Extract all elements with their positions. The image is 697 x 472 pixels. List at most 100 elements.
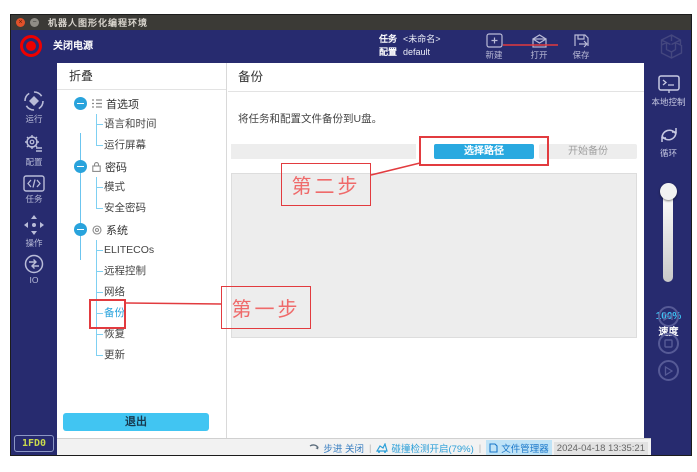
loop-icon bbox=[658, 125, 680, 145]
save-label: 保存 bbox=[559, 49, 603, 61]
code-icon bbox=[23, 175, 45, 192]
tree-item-run-screen[interactable]: 运行屏幕 bbox=[57, 135, 226, 156]
stop-icon bbox=[664, 339, 673, 348]
tree-item-network[interactable]: 网络 bbox=[57, 282, 226, 303]
open-label: 打开 bbox=[517, 49, 561, 61]
window-title: 机器人图形化编程环境 bbox=[48, 16, 148, 29]
sidebar-operate-label: 操作 bbox=[11, 237, 57, 249]
sidebar-item-operate[interactable]: 操作 bbox=[11, 214, 57, 249]
timestamp: 2024-04-18 13:35:21 bbox=[554, 442, 648, 455]
task-config-block: 任务<未命名> 配置default bbox=[379, 33, 441, 59]
gear-icon bbox=[23, 133, 45, 155]
start-backup-button[interactable]: 开始备份 bbox=[539, 144, 637, 159]
exit-button[interactable]: 退出 bbox=[63, 413, 209, 431]
tree-item-remote-control[interactable]: 远程控制 bbox=[57, 261, 226, 282]
open-button[interactable]: 打开 bbox=[517, 32, 561, 61]
lock-icon bbox=[92, 162, 101, 172]
new-label: 新建 bbox=[472, 49, 516, 61]
tree-group-label: 系统 bbox=[106, 222, 128, 238]
separator: | bbox=[369, 443, 371, 454]
collision-icon bbox=[376, 443, 388, 453]
collapse-toggle-icon[interactable] bbox=[74, 223, 87, 236]
tree-group-password[interactable]: 密码 bbox=[57, 156, 226, 177]
collision-status[interactable]: 碰撞检测开启(79%) bbox=[376, 441, 473, 455]
loop-label: 循环 bbox=[644, 147, 692, 159]
status-bar: 步进 关闭 | 碰撞检测开启(79%) | 文件管理器 2024-04-18 1… bbox=[57, 438, 651, 456]
tree-item-safety-password[interactable]: 安全密码 bbox=[57, 198, 226, 219]
sidebar-config-label: 配置 bbox=[11, 156, 57, 168]
backup-panel: 备份 将任务和配置文件备份到U盘。 选择路径 开始备份 bbox=[228, 63, 644, 438]
tree-item-restore[interactable]: 恢复 bbox=[57, 324, 226, 345]
power-button[interactable] bbox=[20, 35, 42, 57]
config-value: default bbox=[403, 47, 430, 57]
collision-status-label: 碰撞检测开启(79%) bbox=[391, 441, 473, 455]
power-icon bbox=[26, 41, 36, 51]
right-sidebar: 本地控制 循环 100% 速度 bbox=[644, 63, 691, 455]
new-button[interactable]: 新建 bbox=[472, 32, 516, 61]
save-icon bbox=[573, 33, 590, 48]
app-window: × − 机器人图形化编程环境 关闭电源 任务<未命名> 配置default 新建… bbox=[10, 14, 692, 456]
step-status[interactable]: 步进 关闭 bbox=[309, 441, 364, 455]
tree-item-backup[interactable]: 备份 bbox=[57, 303, 226, 324]
header-bar: 关闭电源 任务<未命名> 配置default 新建 打开 保存 bbox=[11, 30, 691, 63]
system-gear-icon bbox=[92, 225, 102, 235]
loop-button[interactable]: 循环 bbox=[644, 125, 692, 159]
sidebar-run-label: 运行 bbox=[11, 113, 57, 125]
tree-group-label: 首选项 bbox=[106, 96, 139, 112]
step-status-label: 步进 关闭 bbox=[323, 441, 364, 455]
backup-log-area bbox=[231, 173, 637, 338]
settings-tree: 首选项 语言和时间 运行屏幕 密码 模式 安全密码 系统 ELITECOs 远程… bbox=[57, 93, 226, 366]
file-icon bbox=[489, 443, 498, 453]
sidebar-item-run[interactable]: 运行 bbox=[11, 90, 57, 125]
sidebar-task-label: 任务 bbox=[11, 193, 57, 205]
play-button[interactable] bbox=[658, 360, 679, 381]
choose-path-button[interactable]: 选择路径 bbox=[434, 144, 534, 159]
run-icon bbox=[23, 90, 45, 112]
backup-description: 将任务和配置文件备份到U盘。 bbox=[238, 111, 382, 126]
window-close-icon[interactable]: × bbox=[16, 18, 25, 27]
collapse-toggle-icon[interactable] bbox=[74, 97, 87, 110]
move-arrows-icon bbox=[23, 214, 45, 236]
speed-slider-track[interactable] bbox=[663, 189, 673, 282]
page-title: 备份 bbox=[228, 63, 644, 92]
tree-header[interactable]: 折叠 bbox=[57, 63, 226, 90]
sidebar-item-config[interactable]: 配置 bbox=[11, 133, 57, 168]
settings-tree-panel: 折叠 首选项 语言和时间 运行屏幕 密码 模式 安全密码 系统 ELI bbox=[57, 63, 227, 438]
new-file-icon bbox=[486, 33, 503, 48]
config-label: 配置 bbox=[379, 47, 397, 57]
tree-item-elitecos[interactable]: ELITECOs bbox=[57, 240, 226, 261]
terminal-icon bbox=[657, 75, 681, 94]
collapse-toggle-icon[interactable] bbox=[74, 160, 87, 173]
window-minimize-icon[interactable]: − bbox=[30, 18, 39, 27]
sidebar-item-task[interactable]: 任务 bbox=[11, 175, 57, 205]
power-label: 关闭电源 bbox=[53, 30, 93, 63]
open-envelope-icon bbox=[530, 33, 549, 48]
tree-group-preferences[interactable]: 首选项 bbox=[57, 93, 226, 114]
tree-item-language-time[interactable]: 语言和时间 bbox=[57, 114, 226, 135]
separator: | bbox=[479, 443, 481, 454]
stop-button[interactable] bbox=[658, 333, 679, 354]
speed-slider-knob[interactable] bbox=[660, 183, 677, 200]
step-forward-icon bbox=[663, 312, 674, 321]
tree-item-update[interactable]: 更新 bbox=[57, 345, 226, 366]
task-label: 任务 bbox=[379, 34, 397, 44]
io-arrows-icon bbox=[24, 254, 44, 274]
save-button[interactable]: 保存 bbox=[559, 32, 603, 61]
step-curve-icon bbox=[309, 444, 320, 453]
tree-group-label: 密码 bbox=[105, 159, 127, 175]
tree-group-system[interactable]: 系统 bbox=[57, 219, 226, 240]
list-icon bbox=[92, 99, 102, 108]
window-titlebar: × − 机器人图形化编程环境 bbox=[11, 15, 691, 30]
status-code: 1FD0 bbox=[14, 435, 54, 452]
file-manager-button[interactable]: 文件管理器 bbox=[486, 440, 552, 456]
brand-logo bbox=[657, 32, 686, 66]
file-manager-label: 文件管理器 bbox=[501, 441, 549, 455]
tree-item-mode[interactable]: 模式 bbox=[57, 177, 226, 198]
backup-path-input[interactable] bbox=[231, 144, 416, 159]
step-forward-button[interactable] bbox=[658, 306, 679, 327]
local-control-label: 本地控制 bbox=[644, 96, 692, 108]
sidebar-item-io[interactable]: IO bbox=[11, 254, 57, 285]
sidebar-io-label: IO bbox=[11, 275, 57, 285]
local-control-button[interactable]: 本地控制 bbox=[644, 75, 692, 108]
play-icon bbox=[664, 366, 673, 376]
